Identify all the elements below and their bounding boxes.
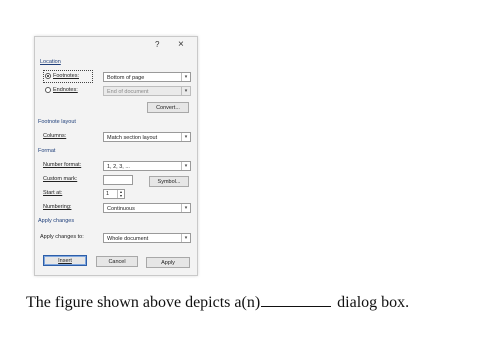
apply-changes-section-heading: Apply changes bbox=[38, 218, 75, 224]
endnotes-radio[interactable] bbox=[45, 87, 51, 93]
numbering-label: Numbering: bbox=[43, 204, 72, 210]
footnotes-position-select[interactable]: Bottom of page ▾ bbox=[103, 72, 191, 82]
apply-changes-to-value: Whole document bbox=[107, 236, 149, 242]
apply-changes-to-select[interactable]: Whole document ▾ bbox=[103, 233, 191, 243]
columns-label: Columns: bbox=[43, 133, 67, 139]
start-at-label: Start at: bbox=[43, 190, 63, 196]
custom-mark-label: Custom mark: bbox=[43, 176, 78, 182]
footnote-endnote-dialog: ? × Location Footnotes: Bottom of page ▾… bbox=[34, 36, 198, 276]
insert-button[interactable]: Insert bbox=[43, 255, 87, 266]
chevron-down-icon: ▾ bbox=[181, 162, 190, 170]
help-button[interactable]: ? bbox=[155, 40, 159, 49]
columns-value: Match section layout bbox=[107, 135, 158, 141]
number-format-value: 1, 2, 3, ... bbox=[107, 164, 130, 170]
apply-changes-to-label: Apply changes to: bbox=[40, 234, 84, 240]
columns-select[interactable]: Match section layout ▾ bbox=[103, 132, 191, 142]
endnotes-position-value: End of document bbox=[107, 89, 149, 95]
endnotes-label: Endnotes: bbox=[53, 87, 78, 93]
format-section-heading: Format bbox=[38, 148, 56, 154]
number-format-select[interactable]: 1, 2, 3, ... ▾ bbox=[103, 161, 191, 171]
symbol-button[interactable]: Symbol... bbox=[149, 176, 189, 187]
convert-button[interactable]: Convert... bbox=[147, 102, 189, 113]
number-format-label: Number format: bbox=[43, 162, 82, 168]
answer-blank bbox=[261, 294, 332, 307]
chevron-down-icon: ▾ bbox=[181, 133, 190, 141]
apply-button[interactable]: Apply bbox=[146, 257, 190, 268]
footnotes-position-value: Bottom of page bbox=[107, 75, 145, 81]
cancel-button[interactable]: Cancel bbox=[96, 256, 138, 267]
question-prefix: The figure shown above depicts a(n) bbox=[26, 294, 261, 311]
question-suffix: dialog box. bbox=[337, 294, 410, 311]
question-text: The figure shown above depicts a(n) dialo… bbox=[26, 294, 409, 312]
custom-mark-input[interactable] bbox=[103, 175, 133, 185]
endnotes-position-select[interactable]: End of document ▾ bbox=[103, 86, 191, 96]
dialog-titlebar: ? × bbox=[35, 37, 197, 53]
chevron-down-icon: ▾ bbox=[181, 87, 190, 95]
chevron-down-icon: ▾ bbox=[181, 204, 190, 212]
numbering-value: Continuous bbox=[107, 206, 135, 212]
close-button[interactable]: × bbox=[178, 39, 184, 50]
numbering-select[interactable]: Continuous ▾ bbox=[103, 203, 191, 213]
location-section-heading: Location bbox=[40, 59, 61, 65]
start-at-stepper[interactable]: 1 ▴ ▾ bbox=[103, 189, 125, 199]
insert-button-label: Insert bbox=[58, 258, 72, 264]
chevron-down-icon: ▾ bbox=[181, 73, 190, 81]
start-at-value: 1 bbox=[106, 191, 110, 197]
footnotes-label: Footnotes: bbox=[53, 73, 79, 79]
footnote-layout-section-heading: Footnote layout bbox=[38, 119, 76, 125]
spin-arrows-icon[interactable]: ▴ ▾ bbox=[117, 190, 124, 198]
chevron-down-icon: ▾ bbox=[181, 234, 190, 242]
